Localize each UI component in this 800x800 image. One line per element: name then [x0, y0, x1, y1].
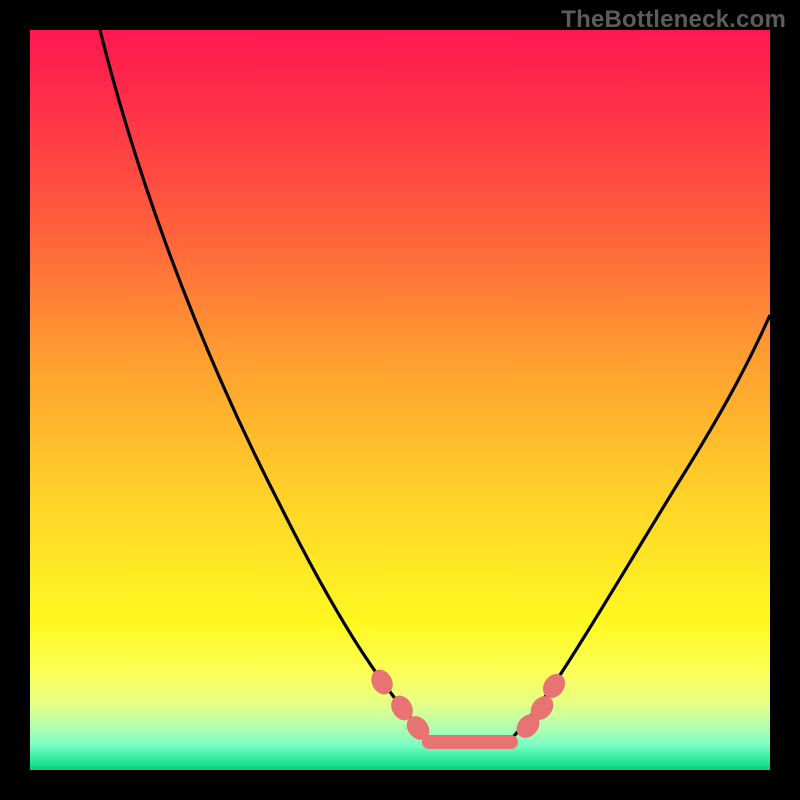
bottleneck-curve — [30, 30, 770, 770]
valley-flat-segment — [422, 735, 518, 749]
watermark-text: TheBottleneck.com — [561, 6, 786, 34]
gradient-plot-frame — [30, 30, 770, 770]
curve-left-branch — [100, 30, 430, 740]
